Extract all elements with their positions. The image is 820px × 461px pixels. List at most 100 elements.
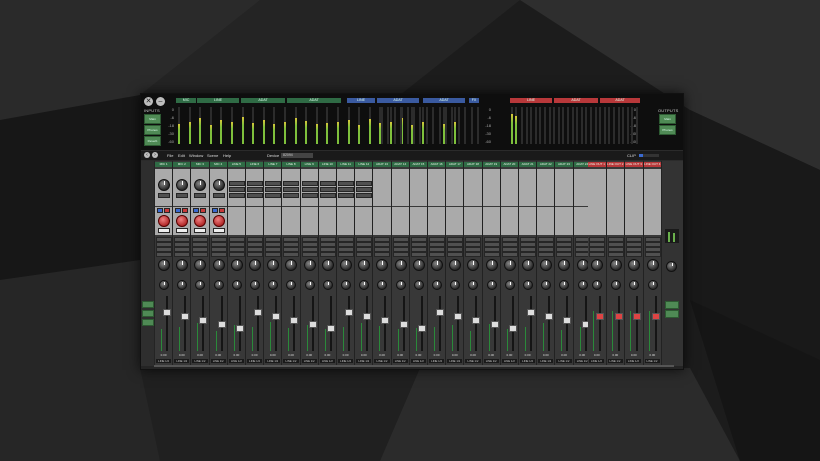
eq-button[interactable] xyxy=(164,208,170,213)
pan-knob[interactable] xyxy=(195,280,206,290)
send-knob[interactable] xyxy=(230,259,243,271)
send-knob[interactable] xyxy=(358,259,371,271)
insert-slot[interactable] xyxy=(319,181,336,186)
pan-knob[interactable] xyxy=(377,280,388,290)
insert-slot[interactable] xyxy=(247,181,263,186)
eq-button[interactable] xyxy=(175,208,182,213)
output-pan-knob[interactable] xyxy=(610,280,621,290)
pan-knob[interactable] xyxy=(322,280,333,290)
send-slot[interactable] xyxy=(174,252,191,257)
eq-knob[interactable] xyxy=(158,215,170,227)
master-knob[interactable] xyxy=(666,261,677,272)
menu-window[interactable]: Window xyxy=(189,151,203,160)
output-pan-knob[interactable] xyxy=(647,280,658,290)
routing-label[interactable]: LINE 1/2 xyxy=(247,359,263,363)
send-slot[interactable] xyxy=(538,252,555,257)
fader-cap[interactable] xyxy=(508,325,517,332)
send-knob[interactable] xyxy=(522,259,534,271)
eq-button[interactable] xyxy=(211,208,218,213)
menu-file[interactable]: File xyxy=(167,151,173,160)
routing-label[interactable]: LINE 1/2 xyxy=(465,359,481,363)
send-knob[interactable] xyxy=(558,259,571,271)
fader-cap[interactable] xyxy=(199,317,208,324)
output-knob[interactable] xyxy=(646,259,659,271)
routing-label[interactable]: LINE 1/2 xyxy=(283,359,299,363)
fader-cap[interactable] xyxy=(417,325,426,332)
pan-knob[interactable] xyxy=(250,280,260,290)
menu-edit[interactable]: Edit xyxy=(178,151,185,160)
send-knob[interactable] xyxy=(485,259,498,271)
fader-cap[interactable] xyxy=(235,325,244,332)
fader-cap[interactable] xyxy=(527,309,535,316)
output-button-phones[interactable]: Phones xyxy=(659,125,676,135)
send-knob[interactable] xyxy=(321,259,334,271)
insert-slot[interactable] xyxy=(228,187,245,192)
pan-knob[interactable] xyxy=(413,280,424,290)
menu-help[interactable]: Help xyxy=(223,151,231,160)
eq-button[interactable] xyxy=(218,208,225,213)
output-knob[interactable] xyxy=(609,259,622,271)
send-slot[interactable] xyxy=(465,252,482,257)
output-slot[interactable] xyxy=(589,252,605,257)
send-knob[interactable] xyxy=(576,259,589,271)
pan-knob[interactable] xyxy=(213,280,224,290)
routing-label[interactable]: LINE 1/2 xyxy=(265,359,281,363)
pan-knob[interactable] xyxy=(504,280,515,290)
insert-slot[interactable] xyxy=(356,181,373,186)
fader-cap[interactable] xyxy=(254,309,262,316)
routing-label[interactable]: LINE 1/2 xyxy=(538,359,554,363)
pan-knob[interactable] xyxy=(159,280,169,290)
gain-knob[interactable] xyxy=(158,179,170,191)
routing-label[interactable]: LINE 1/2 xyxy=(210,359,226,363)
send-knob[interactable] xyxy=(340,259,352,271)
output-knob[interactable] xyxy=(628,259,640,271)
insert-slot[interactable] xyxy=(356,193,373,198)
send-slot[interactable] xyxy=(501,252,518,257)
routing-label[interactable]: LINE 1/2 xyxy=(392,359,408,363)
send-knob[interactable] xyxy=(194,259,207,271)
send-knob[interactable] xyxy=(412,259,425,271)
master-button-a[interactable] xyxy=(665,301,679,309)
send-knob[interactable] xyxy=(176,259,189,271)
pan-knob[interactable] xyxy=(432,280,442,290)
routing-label[interactable]: LINE 1/2 xyxy=(520,359,536,363)
input-button-phones[interactable]: Phones xyxy=(144,125,161,135)
gain-knob[interactable] xyxy=(176,179,189,191)
eq-knob[interactable] xyxy=(194,215,207,227)
output-fader-cap[interactable] xyxy=(596,313,604,320)
left-button-b[interactable] xyxy=(142,310,154,317)
insert-slot[interactable] xyxy=(301,193,318,198)
pan-knob[interactable] xyxy=(231,280,242,290)
send-slot[interactable] xyxy=(192,252,209,257)
insert-slot[interactable] xyxy=(283,187,300,192)
insert-slot[interactable] xyxy=(283,181,300,186)
send-slot[interactable] xyxy=(301,252,318,257)
insert-slot[interactable] xyxy=(338,187,354,192)
back-icon[interactable]: ‹ xyxy=(144,152,150,158)
send-slot[interactable] xyxy=(156,252,172,257)
routing-label[interactable]: LINE 1/2 xyxy=(483,359,499,363)
output-pan-knob[interactable] xyxy=(592,280,602,290)
routing-label[interactable]: LINE 1/2 xyxy=(556,359,572,363)
fader-cap[interactable] xyxy=(545,313,554,320)
insert-slot[interactable] xyxy=(319,187,336,192)
send-knob[interactable] xyxy=(503,259,516,271)
send-knob[interactable] xyxy=(267,259,280,271)
send-slot[interactable] xyxy=(483,252,500,257)
insert-slot[interactable] xyxy=(319,193,336,198)
horizontal-scrollbar[interactable] xyxy=(154,365,674,367)
send-slot[interactable] xyxy=(319,252,336,257)
fader-cap[interactable] xyxy=(381,317,390,324)
fader-cap[interactable] xyxy=(454,313,463,320)
fader-cap[interactable] xyxy=(363,313,372,320)
clip-indicator[interactable] xyxy=(639,154,659,157)
insert-slot[interactable] xyxy=(247,193,263,198)
send-slot[interactable] xyxy=(356,252,373,257)
eq-knob[interactable] xyxy=(176,215,189,227)
routing-label[interactable]: LINE 1/2 xyxy=(192,359,208,363)
send-slot[interactable] xyxy=(338,252,354,257)
send-slot[interactable] xyxy=(247,252,263,257)
pan-knob[interactable] xyxy=(304,280,315,290)
output-fader-cap[interactable] xyxy=(633,313,641,320)
routing-label[interactable]: LINE 1/2 xyxy=(429,359,445,363)
